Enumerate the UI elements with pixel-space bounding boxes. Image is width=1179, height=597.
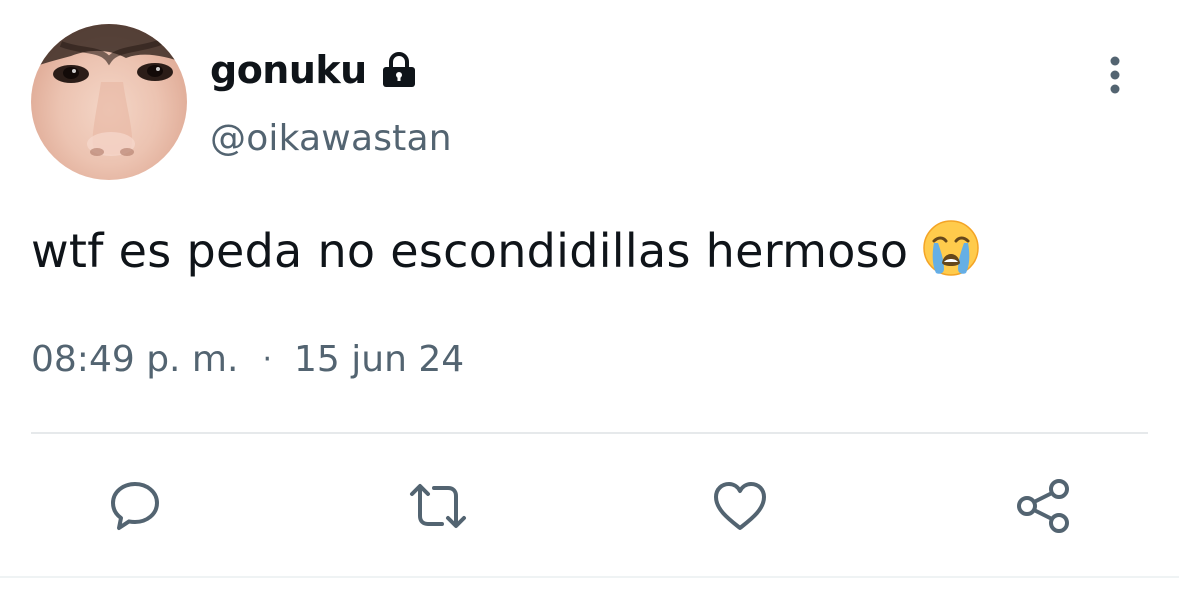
like-button[interactable] (708, 474, 772, 538)
tweet-time[interactable]: 08:49 p. m. (31, 339, 238, 380)
retweet-icon (410, 484, 466, 528)
display-name-row: gonuku (210, 44, 419, 96)
avatar[interactable] (31, 24, 187, 180)
share-icon (1017, 479, 1069, 533)
display-name[interactable]: gonuku (210, 44, 367, 96)
more-options-button[interactable] (1098, 54, 1132, 96)
heart-icon (714, 482, 766, 530)
reply-button[interactable] (103, 474, 167, 538)
tweet-text-content: wtf es peda no escondidillas hermoso (31, 224, 909, 278)
avatar-photo (31, 24, 187, 156)
user-handle[interactable]: @oikawastan (210, 114, 452, 164)
tweet-card: gonuku @oikawastan wtf es peda no escond… (0, 0, 1179, 597)
divider (31, 432, 1148, 434)
comment-bubble-icon (111, 482, 159, 530)
vertical-ellipsis-icon (1110, 56, 1120, 94)
tweet-text: wtf es peda no escondidillas hermoso (31, 218, 980, 284)
lock-icon (379, 50, 419, 90)
bottom-divider (0, 576, 1179, 578)
meta-separator: · (262, 341, 272, 377)
share-button[interactable] (1011, 474, 1075, 538)
retweet-button[interactable] (406, 474, 470, 538)
tweet-date[interactable]: 15 jun 24 (294, 339, 464, 380)
loudly-crying-face-emoji-icon (922, 219, 980, 277)
tweet-meta: 08:49 p. m. · 15 jun 24 (31, 334, 464, 384)
